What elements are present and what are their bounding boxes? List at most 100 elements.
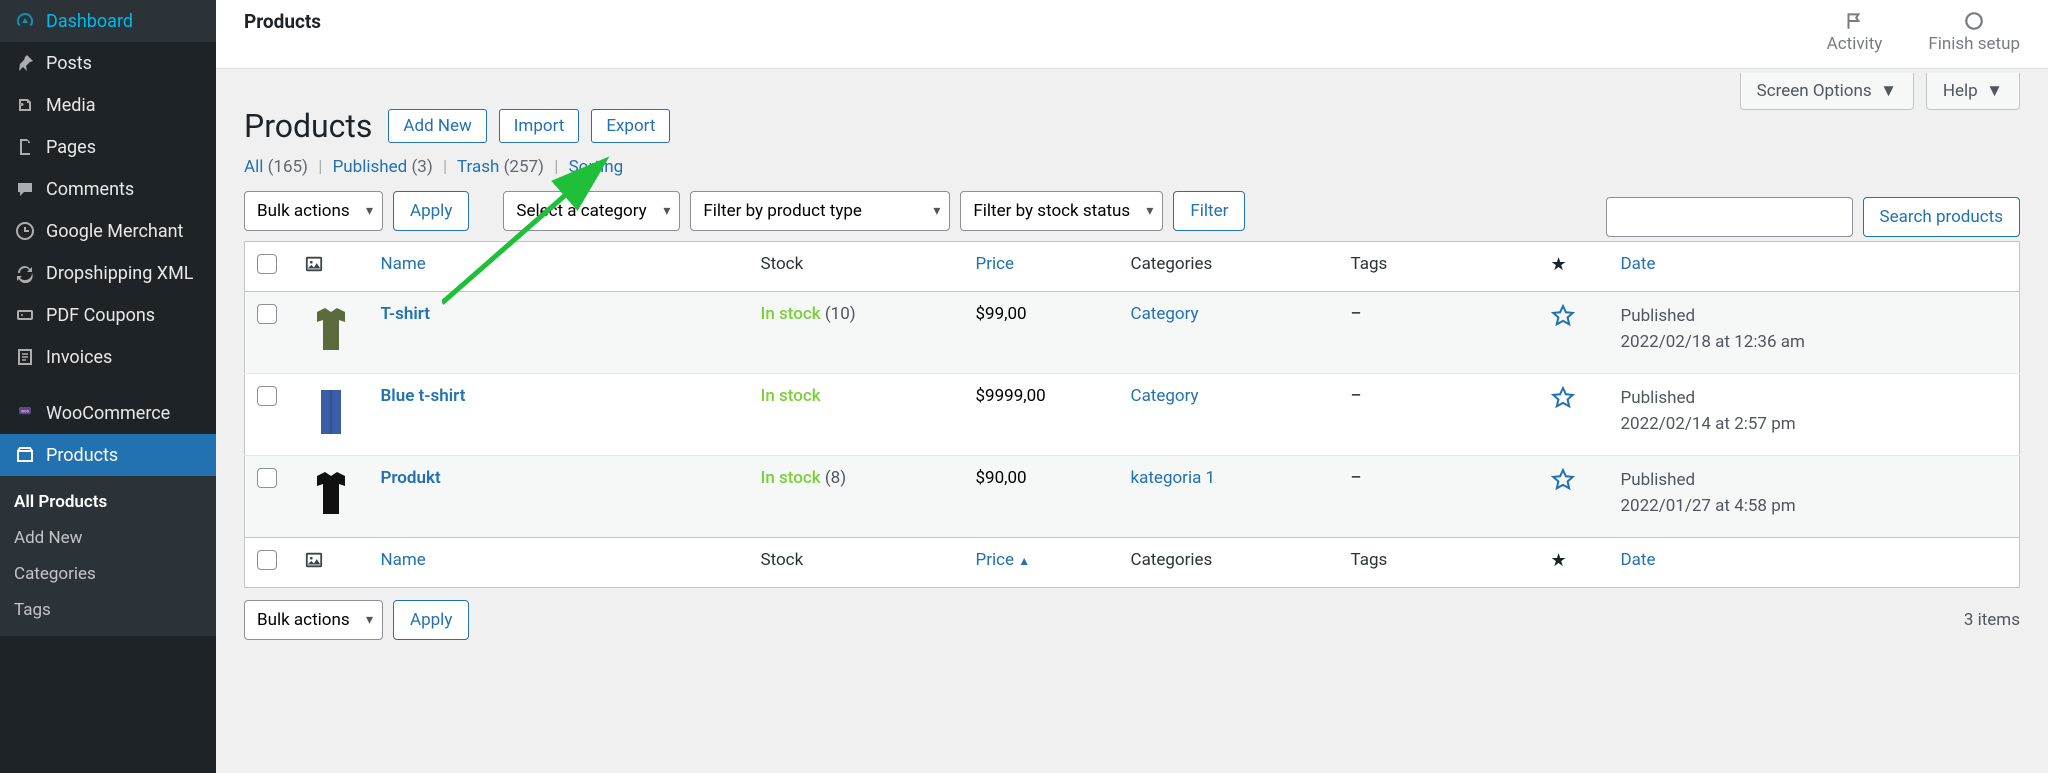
page-icon <box>14 136 36 158</box>
sidebar-item-google-merchant[interactable]: Google Merchant <box>0 210 216 252</box>
sort-by-name[interactable]: Name <box>381 550 426 570</box>
sidebar-label: PDF Coupons <box>46 305 155 326</box>
row-checkbox[interactable] <box>257 386 277 406</box>
sidebar-item-woocommerce[interactable]: woo WooCommerce <box>0 392 216 434</box>
sidebar-label: Posts <box>46 53 92 74</box>
product-thumbnail[interactable] <box>305 304 357 356</box>
add-new-button[interactable]: Add New <box>388 109 486 143</box>
export-button[interactable]: Export <box>591 109 670 143</box>
invoice-icon <box>14 346 36 368</box>
tablenav-bottom: Bulk actions Apply 3 items <box>244 600 2020 640</box>
breadcrumb-title: Products <box>244 10 321 33</box>
sidebar-sub-categories[interactable]: Categories <box>0 556 216 592</box>
product-category-link[interactable]: Category <box>1131 386 1199 406</box>
view-filters: All (165) | Published (3) | Trash (257) … <box>244 157 2020 177</box>
screen-options-button[interactable]: Screen Options ▼ <box>1740 73 1914 110</box>
sidebar-label: Dropshipping XML <box>46 263 194 284</box>
view-sorting[interactable]: Sorting <box>569 157 624 177</box>
sort-by-date[interactable]: Date <box>1621 254 1656 274</box>
import-button[interactable]: Import <box>499 109 580 143</box>
product-name-link[interactable]: T-shirt <box>381 304 430 324</box>
featured-toggle[interactable] <box>1551 391 1575 416</box>
view-trash[interactable]: Trash <box>457 157 499 177</box>
stock-status-filter-select[interactable]: Filter by stock status <box>960 191 1163 231</box>
sidebar-item-posts[interactable]: Posts <box>0 42 216 84</box>
bulk-actions-select-bottom[interactable]: Bulk actions <box>244 600 383 640</box>
sidebar-item-media[interactable]: Media <box>0 84 216 126</box>
bulk-actions-select[interactable]: Bulk actions <box>244 191 383 231</box>
row-checkbox[interactable] <box>257 304 277 324</box>
product-category-link[interactable]: Category <box>1131 304 1199 324</box>
stock-header: Stock <box>749 242 964 292</box>
product-category-link[interactable]: kategoria 1 <box>1131 468 1216 488</box>
sidebar-item-pages[interactable]: Pages <box>0 126 216 168</box>
sidebar-item-comments[interactable]: Comments <box>0 168 216 210</box>
featured-toggle[interactable] <box>1551 473 1575 498</box>
stock-header: Stock <box>749 538 964 588</box>
products-table: Name Stock Price Categories Tags ★ Date … <box>244 241 2020 588</box>
sidebar-item-pdf-coupons[interactable]: PDF Coupons <box>0 294 216 336</box>
item-count-bottom: 3 items <box>1964 610 2020 630</box>
filter-button[interactable]: Filter <box>1173 191 1245 231</box>
image-column-icon <box>305 254 323 278</box>
featured-toggle[interactable] <box>1551 309 1575 334</box>
product-thumbnail[interactable] <box>305 468 357 520</box>
select-all-checkbox[interactable] <box>257 254 277 274</box>
gauge-icon <box>14 10 36 32</box>
apply-bulk-button[interactable]: Apply <box>393 191 469 231</box>
category-filter-select[interactable]: Select a category <box>503 191 680 231</box>
sort-by-price[interactable]: Price <box>976 254 1015 274</box>
sidebar-item-dropshipping[interactable]: Dropshipping XML <box>0 252 216 294</box>
featured-column-icon: ★ <box>1551 550 1567 571</box>
view-published[interactable]: Published <box>333 157 408 177</box>
table-row: T-shirt In stock (10) $99,00 Category – … <box>245 292 2020 374</box>
select-all-checkbox-bottom[interactable] <box>257 550 277 570</box>
finish-setup-button[interactable]: Finish setup <box>1928 10 2020 54</box>
google-icon <box>14 220 36 242</box>
product-tags: – <box>1339 456 1539 538</box>
product-date: Published2022/01/27 at 4:58 pm <box>1609 456 2020 538</box>
pin-icon <box>14 52 36 74</box>
sort-by-name[interactable]: Name <box>381 254 426 274</box>
sidebar-sub-all-products[interactable]: All Products <box>0 484 216 520</box>
top-bar: Products Activity Finish setup <box>216 0 2048 69</box>
sidebar-label: Invoices <box>46 347 112 368</box>
product-price: $9999,00 <box>964 374 1119 456</box>
product-tags: – <box>1339 374 1539 456</box>
search-input[interactable] <box>1606 197 1853 237</box>
product-thumbnail[interactable] <box>305 386 357 438</box>
products-icon <box>14 444 36 466</box>
table-row: Blue t-shirt In stock $9999,00 Category … <box>245 374 2020 456</box>
image-column-icon <box>305 550 323 574</box>
product-price: $90,00 <box>964 456 1119 538</box>
sidebar-item-products[interactable]: Products <box>0 434 216 476</box>
main-content: Products Activity Finish setup Screen Op… <box>216 0 2048 773</box>
sidebar-sub-add-new[interactable]: Add New <box>0 520 216 556</box>
help-button[interactable]: Help ▼ <box>1926 73 2020 110</box>
sidebar-sub-tags[interactable]: Tags <box>0 592 216 628</box>
refresh-icon <box>14 262 36 284</box>
product-date: Published2022/02/14 at 2:57 pm <box>1609 374 2020 456</box>
page-title: Products <box>244 107 372 145</box>
product-type-filter-select[interactable]: Filter by product type <box>690 191 950 231</box>
stock-status: In stock <box>761 386 821 406</box>
product-date: Published2022/02/18 at 12:36 am <box>1609 292 2020 374</box>
categories-header: Categories <box>1119 242 1339 292</box>
sidebar-item-invoices[interactable]: Invoices <box>0 336 216 378</box>
activity-button[interactable]: Activity <box>1827 10 1883 54</box>
sidebar-label: Products <box>46 445 118 466</box>
row-checkbox[interactable] <box>257 468 277 488</box>
sort-by-date[interactable]: Date <box>1621 550 1656 570</box>
product-name-link[interactable]: Blue t-shirt <box>381 386 466 406</box>
product-name-link[interactable]: Produkt <box>381 468 441 488</box>
view-all[interactable]: All <box>244 157 263 177</box>
apply-bulk-button-bottom[interactable]: Apply <box>393 600 469 640</box>
product-tags: – <box>1339 292 1539 374</box>
sidebar-label: Pages <box>46 137 96 158</box>
stock-qty: (10) <box>825 304 856 324</box>
sort-by-price[interactable]: Price ▲ <box>976 550 1031 570</box>
sidebar-item-dashboard[interactable]: Dashboard <box>0 0 216 42</box>
tags-header: Tags <box>1339 242 1539 292</box>
search-button[interactable]: Search products <box>1863 197 2020 237</box>
sidebar-submenu: All Products Add New Categories Tags <box>0 476 216 636</box>
